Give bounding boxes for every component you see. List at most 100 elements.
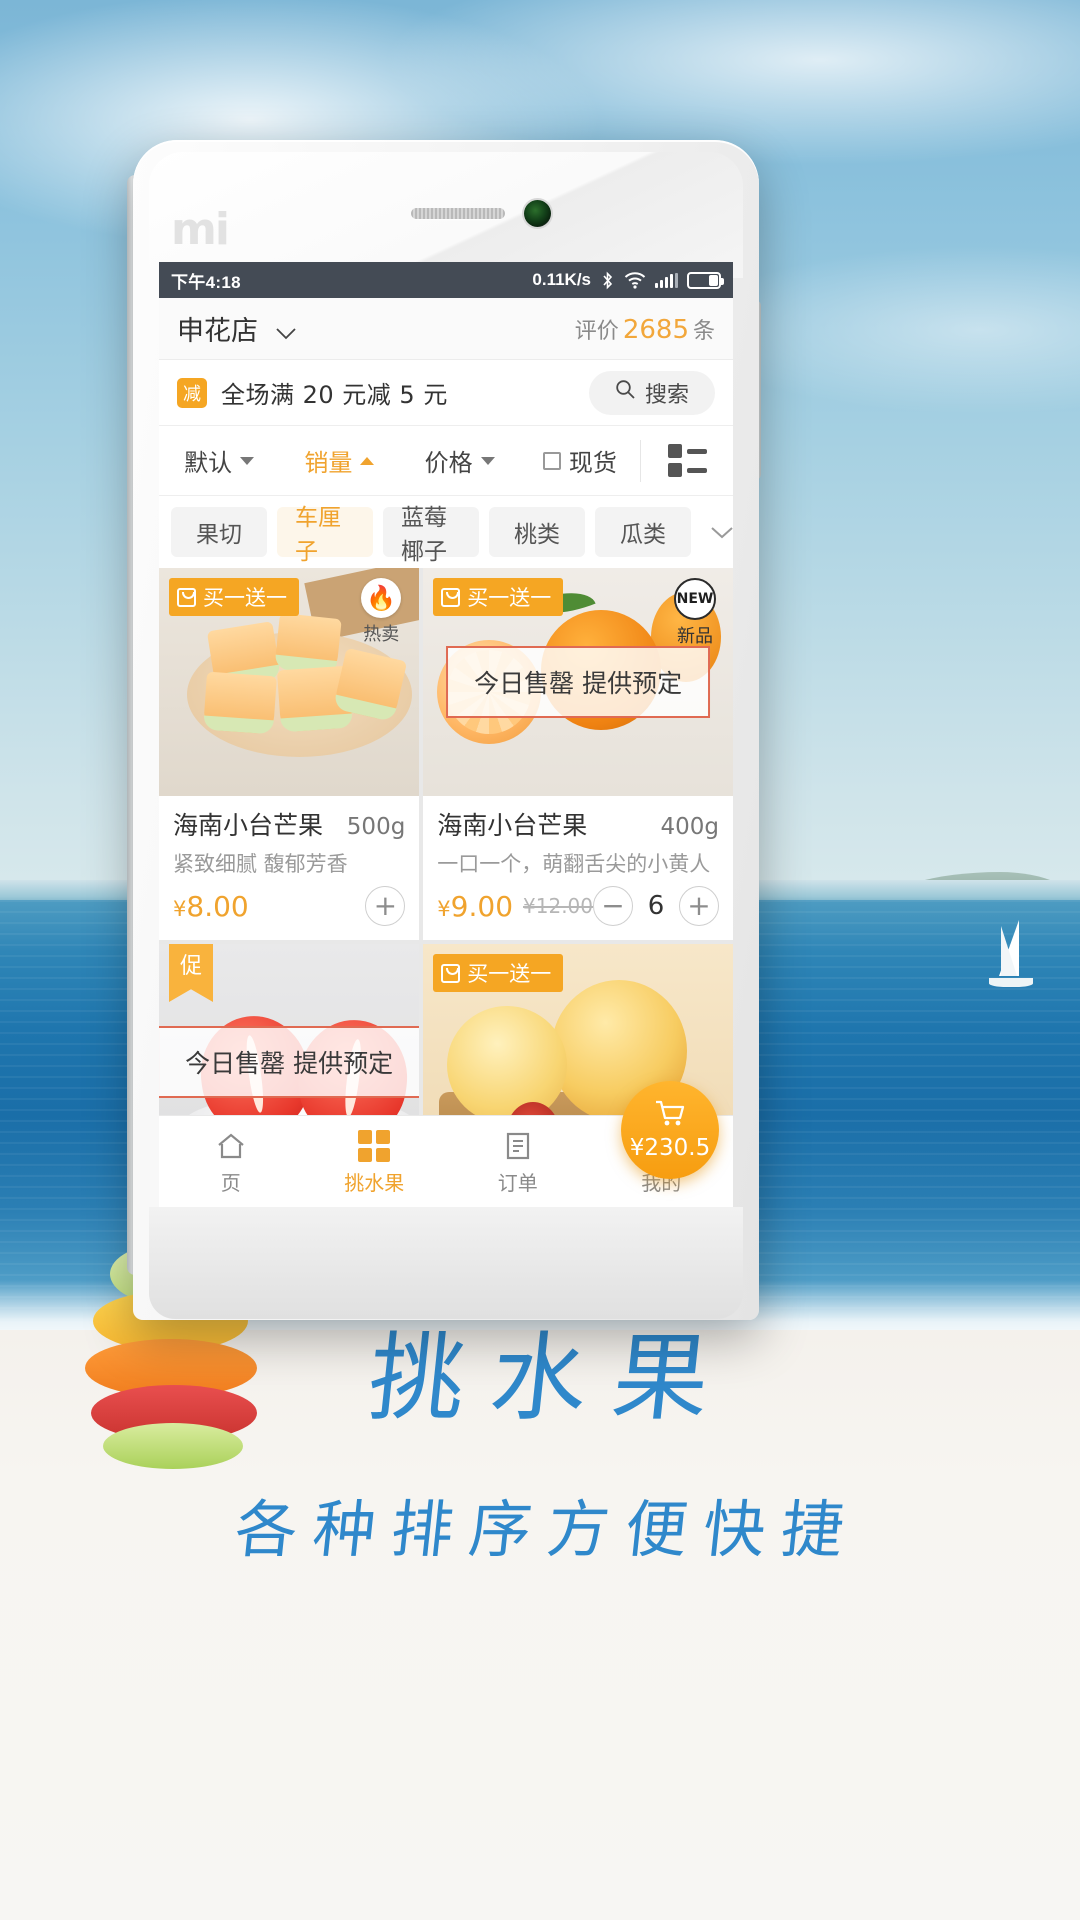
- price-value: 9.00: [450, 889, 514, 923]
- network-speed: 0.11K/s: [532, 270, 591, 289]
- phone-top-bezel: mi: [149, 152, 743, 278]
- front-camera: [524, 200, 551, 227]
- tab-orders-label: 订单: [497, 1171, 538, 1195]
- cart-button[interactable]: ¥230.5: [621, 1081, 719, 1179]
- flame-icon: 🔥: [361, 578, 402, 618]
- sort-price-label: 价格: [424, 449, 473, 477]
- reviews-count: 2685: [622, 314, 689, 345]
- search-label: 搜索: [644, 382, 689, 408]
- reviews-label: 评价: [574, 318, 619, 344]
- tab-pick-fruit-label: 挑水果: [344, 1171, 405, 1195]
- increment-button[interactable]: +: [679, 886, 719, 926]
- sort-sales[interactable]: 销量: [279, 443, 399, 478]
- mi-logo: mi: [171, 204, 230, 255]
- product-card[interactable]: 买一送一 🔥 热卖 海南小台芒果 500g 紧致细腻 馥郁芳香 ¥8.00 +: [159, 568, 420, 940]
- tab-home-label: 页: [220, 1171, 241, 1195]
- product-old-price: ¥12.00: [523, 894, 593, 918]
- checkbox-icon[interactable]: [542, 451, 561, 470]
- hot-badge: 🔥 热卖: [353, 578, 409, 646]
- add-to-cart-button[interactable]: +: [365, 886, 406, 926]
- signal-icon: [655, 272, 678, 288]
- phone-bottom-bezel: [149, 1207, 743, 1319]
- status-bar: 下午4:18 0.11K/s: [159, 262, 733, 298]
- sort-default-label: 默认: [184, 449, 233, 477]
- store-name-label: 申花店: [177, 316, 258, 347]
- sold-out-overlay: 今日售罄 提供预定: [446, 646, 711, 718]
- store-name-button[interactable]: 申花店: [177, 309, 297, 348]
- new-badge: NEW 新品: [667, 578, 723, 648]
- tab-orders[interactable]: 订单: [446, 1127, 590, 1196]
- battery-icon: [687, 271, 724, 289]
- product-name: 海南小台芒果: [437, 811, 588, 840]
- quantity-value: 6: [647, 891, 665, 921]
- promo-text: 全场满 20 元减 5 元: [221, 381, 448, 409]
- bluetooth-icon: [600, 271, 615, 290]
- product-info: 海南小台芒果 400g 一口一个，萌翻舌尖的小黄人 ¥9.00 ¥12.00 −…: [423, 796, 733, 940]
- filter-in-stock-label: 现货: [568, 449, 617, 477]
- product-image: 买一送一 NEW 新品 今日售罄 提供预定: [423, 568, 733, 796]
- currency-symbol: ¥: [173, 896, 187, 921]
- product-price: ¥9.00: [437, 890, 513, 923]
- product-weight: 500g: [346, 814, 406, 840]
- sold-out-overlay: 今日售罄 提供预定: [159, 1026, 420, 1098]
- hot-label: 热卖: [363, 624, 400, 645]
- product-price: ¥8.00: [173, 890, 249, 923]
- bogo-label: 买一送一: [203, 586, 287, 610]
- product-weight: 400g: [660, 814, 720, 840]
- product-name: 海南小台芒果: [173, 811, 324, 840]
- bogo-badge: 买一送一: [433, 954, 564, 992]
- bogo-label: 买一送一: [467, 962, 552, 986]
- sort-bar: 默认 销量 价格 现货: [159, 426, 733, 496]
- gift-icon: [177, 587, 196, 607]
- status-time: 下午4:18: [171, 272, 241, 292]
- sort-price[interactable]: 价格: [400, 443, 520, 478]
- order-icon: [446, 1127, 590, 1165]
- chevron-up-icon: [360, 456, 375, 465]
- phone-screen: 下午4:18 0.11K/s 申花店 评价 2685 条 减 全场满 20 元减…: [159, 262, 733, 1207]
- category-chip-0[interactable]: 果切: [171, 507, 267, 557]
- quantity-stepper: +: [365, 886, 406, 926]
- reviews-unit: 条: [692, 318, 715, 344]
- view-mode-button[interactable]: [641, 444, 733, 477]
- sort-default[interactable]: 默认: [159, 443, 279, 478]
- bogo-badge: 买一送一: [433, 578, 564, 616]
- expand-categories-button[interactable]: [701, 517, 733, 547]
- gift-icon: [441, 963, 461, 983]
- category-chip-1[interactable]: 车厘子: [277, 505, 373, 565]
- list-view-icon: [667, 444, 707, 477]
- product-card[interactable]: 买一送一 NEW 新品 今日售罄 提供预定 海南小台芒果 400g 一口一个，萌…: [423, 568, 733, 940]
- new-icon: NEW: [674, 578, 716, 620]
- earpiece-speaker: [411, 208, 505, 219]
- currency-symbol: ¥: [437, 896, 451, 921]
- wifi-icon: [624, 271, 646, 289]
- search-icon: [615, 379, 636, 406]
- chevron-down-icon: [240, 456, 255, 465]
- search-button[interactable]: 搜索: [588, 370, 715, 415]
- product-desc: 一口一个，萌翻舌尖的小黄人: [437, 852, 711, 876]
- sort-sales-label: 销量: [304, 449, 353, 477]
- cart-icon: [654, 1099, 686, 1133]
- category-chip-4[interactable]: 瓜类: [595, 507, 691, 557]
- tab-home[interactable]: 页: [159, 1127, 303, 1196]
- cart-amount: ¥230.5: [629, 1135, 711, 1161]
- category-chip-2[interactable]: 蓝莓椰子: [383, 505, 479, 565]
- new-label: 新品: [677, 626, 713, 647]
- promo-bar: 减 全场满 20 元减 5 元 搜索: [159, 360, 733, 426]
- product-desc: 紧致细腻 馥郁芳香: [173, 852, 348, 876]
- chevron-down-icon: [275, 316, 297, 347]
- promo-ribbon-badge: 促: [169, 944, 213, 1002]
- grid-icon: [303, 1127, 447, 1165]
- reviews-link[interactable]: 评价 2685 条: [575, 313, 715, 345]
- chevron-down-icon: [480, 456, 495, 465]
- bogo-badge: 买一送一: [169, 578, 299, 616]
- category-chips: 果切 车厘子 蓝莓椰子 桃类 瓜类: [159, 496, 733, 568]
- bogo-label: 买一送一: [467, 586, 552, 610]
- discount-badge: 减: [177, 377, 207, 408]
- price-value: 8.00: [186, 889, 249, 923]
- sailboat-icon: [975, 920, 1045, 998]
- filter-in-stock[interactable]: 现货: [520, 443, 640, 478]
- tab-pick-fruit[interactable]: 挑水果: [303, 1127, 447, 1196]
- product-info: 海南小台芒果 500g 紧致细腻 馥郁芳香 ¥8.00 +: [159, 796, 419, 940]
- decrement-button[interactable]: −: [593, 886, 633, 926]
- category-chip-3[interactable]: 桃类: [489, 507, 585, 557]
